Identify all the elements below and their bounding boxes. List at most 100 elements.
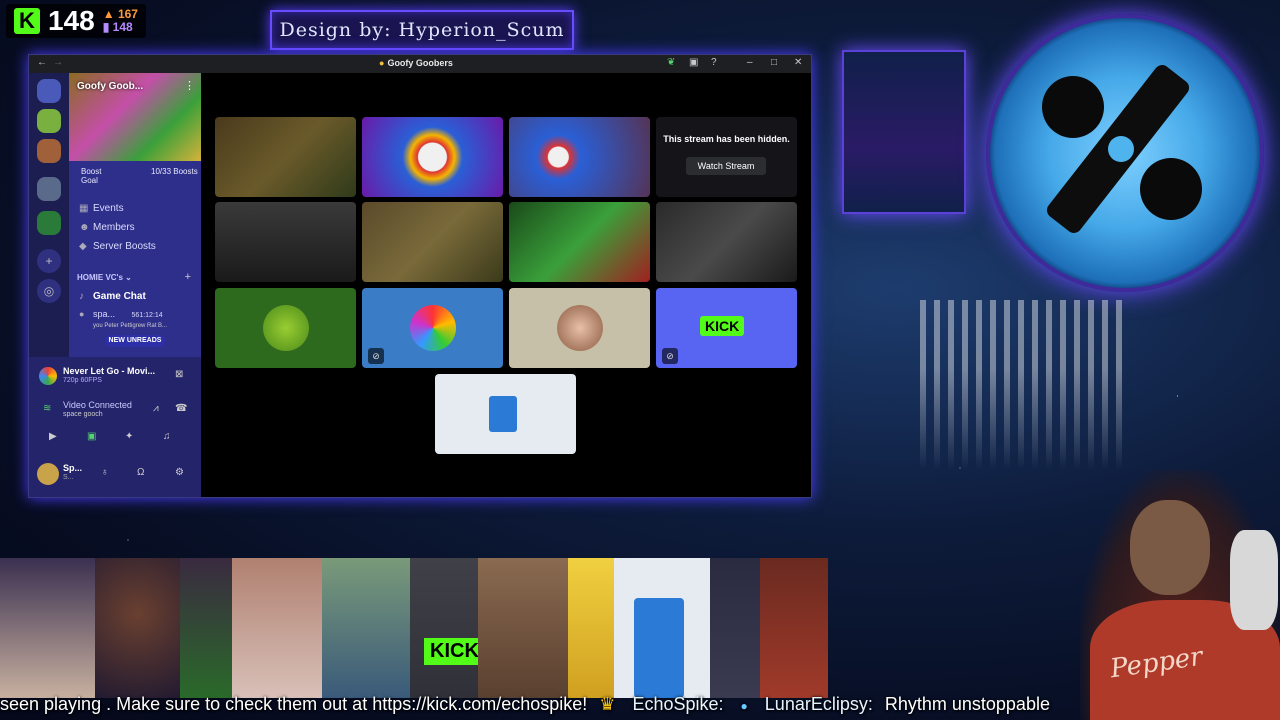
members-icon: ☻ — [79, 222, 90, 233]
stream-tile-runescape[interactable] — [362, 202, 503, 282]
kick-logo-icon: K — [14, 8, 40, 34]
window-title: ● Goofy Goobers — [379, 58, 453, 68]
ticker-message-1: seen playing . Make sure to check them o… — [0, 694, 588, 714]
stream-hidden-message: This stream has been hidden. — [663, 134, 790, 144]
server-item-goofy[interactable] — [37, 109, 61, 133]
new-unreads-pill[interactable]: NEW UNREADS — [105, 335, 165, 347]
stream-tile-dashboard[interactable] — [656, 202, 797, 282]
emote-monkey — [95, 558, 180, 698]
add-channel-icon[interactable]: + — [185, 271, 191, 283]
disc-dot-right — [1140, 158, 1202, 220]
emote-fisherman — [322, 558, 410, 698]
emote-audio-doc — [614, 558, 710, 698]
server-item[interactable] — [37, 79, 61, 103]
cup-icon: ● — [740, 699, 748, 713]
emote-strip: KICK — [0, 558, 840, 698]
avatar-tile-woman[interactable] — [509, 288, 650, 368]
audio-document-icon — [634, 598, 684, 698]
nitro-leaf-icon[interactable]: ❦ — [667, 57, 675, 68]
server-item[interactable] — [37, 177, 61, 201]
emote-astronaut — [710, 558, 760, 698]
camera-tile-user[interactable] — [215, 202, 356, 282]
server-icon: ● — [379, 58, 385, 68]
explore-icon[interactable]: ◎ — [37, 279, 61, 303]
pepe-avatar — [263, 305, 309, 351]
headphones-icon[interactable]: Ω — [137, 467, 144, 478]
microphone-icon[interactable]: ♁ — [101, 467, 109, 478]
woman-avatar — [557, 305, 603, 351]
noise-suppression-icon[interactable]: ⩘ — [153, 403, 159, 414]
muted-icon: ⊘ — [662, 348, 678, 364]
soundboard-icon[interactable]: ♫ — [163, 431, 171, 442]
channel-events[interactable]: ▦ Events — [79, 203, 124, 214]
category-homie-vcs[interactable]: HOMIE VC's ⌄ — [77, 273, 132, 282]
watch-stream-button[interactable]: Watch Stream — [686, 157, 766, 175]
activities-icon[interactable]: ✦ — [125, 431, 133, 442]
stream-tile-game-2[interactable] — [509, 202, 650, 282]
viewer-count: 148 — [48, 5, 95, 36]
server-banner: Goofy Goob... ⋮ — [69, 73, 201, 161]
user-avatar-icon: ● — [79, 309, 85, 319]
channel-server-boosts[interactable]: ◆ Server Boosts — [79, 241, 156, 252]
emote-woman — [232, 558, 322, 698]
streamer-head — [1130, 500, 1210, 595]
calendar-icon: ▦ — [79, 203, 89, 214]
window-titlebar: ← → ● Goofy Goobers ❦ ▣ ? – □ ✕ — [29, 55, 811, 73]
stop-stream-icon[interactable]: ⊠ — [175, 369, 183, 380]
crown-icon: ♛ — [599, 694, 616, 714]
boost-icon: ◆ — [79, 241, 87, 252]
emote-banana — [568, 558, 614, 698]
channel-members[interactable]: ☻ Members — [79, 222, 135, 233]
muted-icon: ⊘ — [368, 348, 384, 364]
maximize-icon[interactable]: □ — [771, 57, 777, 68]
server-menu-icon[interactable]: ⋮ — [184, 79, 195, 92]
avatar-tile-kick[interactable]: KICK ⊘ — [656, 288, 797, 368]
settings-gear-icon[interactable]: ⚙ — [175, 467, 184, 478]
discord-sidebar: + ◎ Goofy Goob... ⋮ Boost Goal 10/33 Boo… — [29, 73, 201, 497]
user-avatar[interactable] — [37, 463, 59, 485]
sub-count: ▮ 148 — [102, 20, 133, 34]
disc-dot-left — [1042, 76, 1104, 138]
avatar-tile-audio[interactable] — [435, 374, 576, 454]
voice-channel-game-chat[interactable]: ♪ Game Chat — [79, 291, 146, 302]
spinning-disc — [986, 14, 1264, 292]
camera-icon[interactable]: ▶ — [49, 431, 57, 442]
back-arrow-icon[interactable]: ← — [37, 57, 47, 68]
server-name[interactable]: Goofy Goob... — [77, 81, 143, 92]
viewer-stats: K 148 ▲ 167 ▮ 148 — [6, 4, 146, 38]
minimize-icon[interactable]: – — [747, 57, 753, 68]
inbox-icon[interactable]: ▣ — [689, 57, 698, 68]
stream-tile-game[interactable] — [215, 117, 356, 197]
server-item[interactable] — [37, 139, 61, 163]
ticker-message-2: Rhythm unstoppable — [884, 694, 1050, 714]
stream-tile-wheel-2[interactable] — [509, 117, 650, 197]
ticker-user-1: EchoSpike: — [632, 694, 724, 714]
stream-tile-hidden[interactable]: This stream has been hidden. Watch Strea… — [656, 117, 797, 197]
help-icon[interactable]: ? — [711, 57, 717, 68]
avatar-tile-pepe[interactable] — [215, 288, 356, 368]
screen-share-icon[interactable]: ▣ — [87, 431, 96, 442]
close-icon[interactable]: ✕ — [794, 57, 802, 68]
chrome-icon — [39, 367, 57, 385]
avatar-tile-rainbow[interactable]: ⊘ — [362, 288, 503, 368]
disconnect-icon[interactable]: ☎ — [175, 403, 187, 414]
signal-icon: ≋ — [43, 403, 52, 414]
sub-counts: ▲ 167 ▮ 148 — [103, 8, 138, 34]
emote-bird — [0, 558, 95, 698]
rainbow-avatar — [410, 305, 456, 351]
server-item[interactable] — [37, 211, 61, 235]
voice-connected-sub: space gooch — [63, 411, 103, 418]
stream-tile-wheel[interactable] — [362, 117, 503, 197]
kick-logo-icon: KICK — [424, 638, 485, 665]
voice-user[interactable]: ● spa... 561:12:14 — [79, 309, 163, 319]
fire-icon: ▲ — [102, 7, 115, 21]
forward-arrow-icon[interactable]: → — [53, 57, 63, 68]
voice-user-status: you Peter Pettigrew Rat B... — [93, 323, 168, 329]
emote-girl — [180, 558, 232, 698]
add-server-icon[interactable]: + — [37, 249, 61, 273]
discord-window: ← → ● Goofy Goobers ❦ ▣ ? – □ ✕ + ◎ Goofy… — [28, 54, 812, 498]
sidebar-footer: Never Let Go - Movi... 720p 60FPS ⊠ ≋ Vi… — [29, 357, 201, 497]
now-playing-sub: 720p 60FPS — [63, 377, 102, 384]
emote-kick-gnome: KICK — [410, 558, 485, 698]
drip-art — [920, 300, 1130, 470]
